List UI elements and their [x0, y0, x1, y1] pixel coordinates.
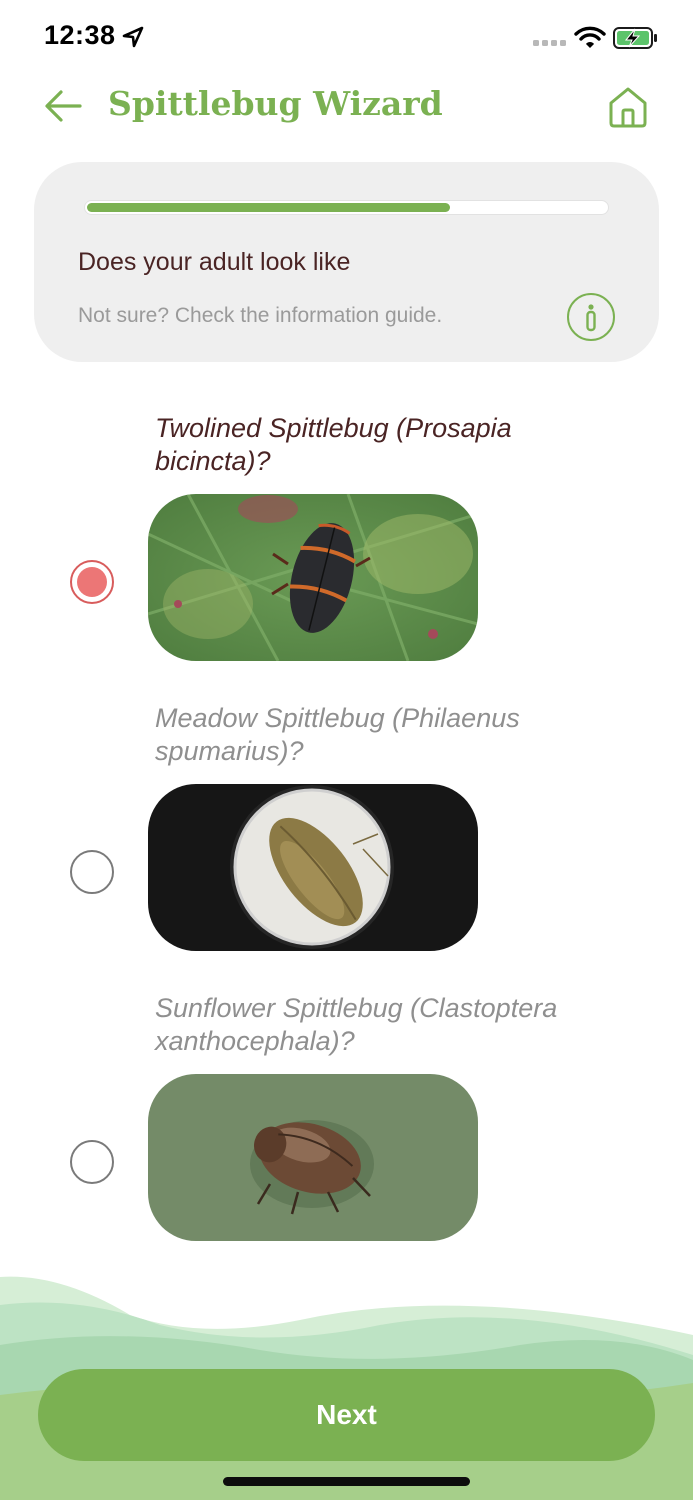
- radio-button[interactable]: [70, 1140, 114, 1184]
- status-time: 12:38: [44, 20, 116, 50]
- meadow-spittlebug-image[interactable]: [148, 784, 478, 951]
- battery-charging-icon: [613, 27, 657, 49]
- back-arrow-icon[interactable]: [44, 88, 82, 124]
- info-icon: [586, 304, 596, 332]
- option-twolined-spittlebug[interactable]: Twolined Spittlebug (Prosapia bicincta)?: [0, 412, 693, 672]
- radio-button[interactable]: [70, 560, 114, 604]
- option-sunflower-spittlebug[interactable]: Sunflower Spittlebug (Clastoptera xantho…: [0, 992, 693, 1252]
- question-text: Does your adult look like: [78, 248, 351, 276]
- location-arrow-icon: [122, 26, 144, 48]
- option-label: Meadow Spittlebug (Philaenus spumarius)?: [155, 703, 520, 766]
- option-label: Twolined Spittlebug (Prosapia bicincta)?: [155, 413, 512, 476]
- option-meadow-spittlebug[interactable]: Meadow Spittlebug (Philaenus spumarius)?: [0, 702, 693, 962]
- twolined-spittlebug-image[interactable]: [148, 494, 478, 661]
- option-label: Sunflower Spittlebug (Clastoptera xantho…: [155, 993, 558, 1056]
- help-text: Not sure? Check the information guide.: [78, 304, 443, 327]
- page-title: Spittlebug Wizard: [108, 84, 443, 123]
- question-card: Does your adult look like Not sure? Chec…: [34, 162, 659, 362]
- radio-selected-dot: [77, 567, 107, 597]
- progress-fill: [87, 203, 450, 212]
- status-bar: 12:38: [0, 0, 693, 80]
- home-indicator: [223, 1477, 470, 1486]
- signal-dots-icon: [533, 40, 566, 46]
- home-icon[interactable]: [606, 85, 650, 129]
- wifi-icon: [574, 26, 606, 48]
- sunflower-spittlebug-image[interactable]: [148, 1074, 478, 1241]
- info-button[interactable]: [567, 293, 615, 341]
- next-button[interactable]: Next: [38, 1369, 655, 1461]
- progress-bar: [84, 200, 609, 215]
- radio-button[interactable]: [70, 850, 114, 894]
